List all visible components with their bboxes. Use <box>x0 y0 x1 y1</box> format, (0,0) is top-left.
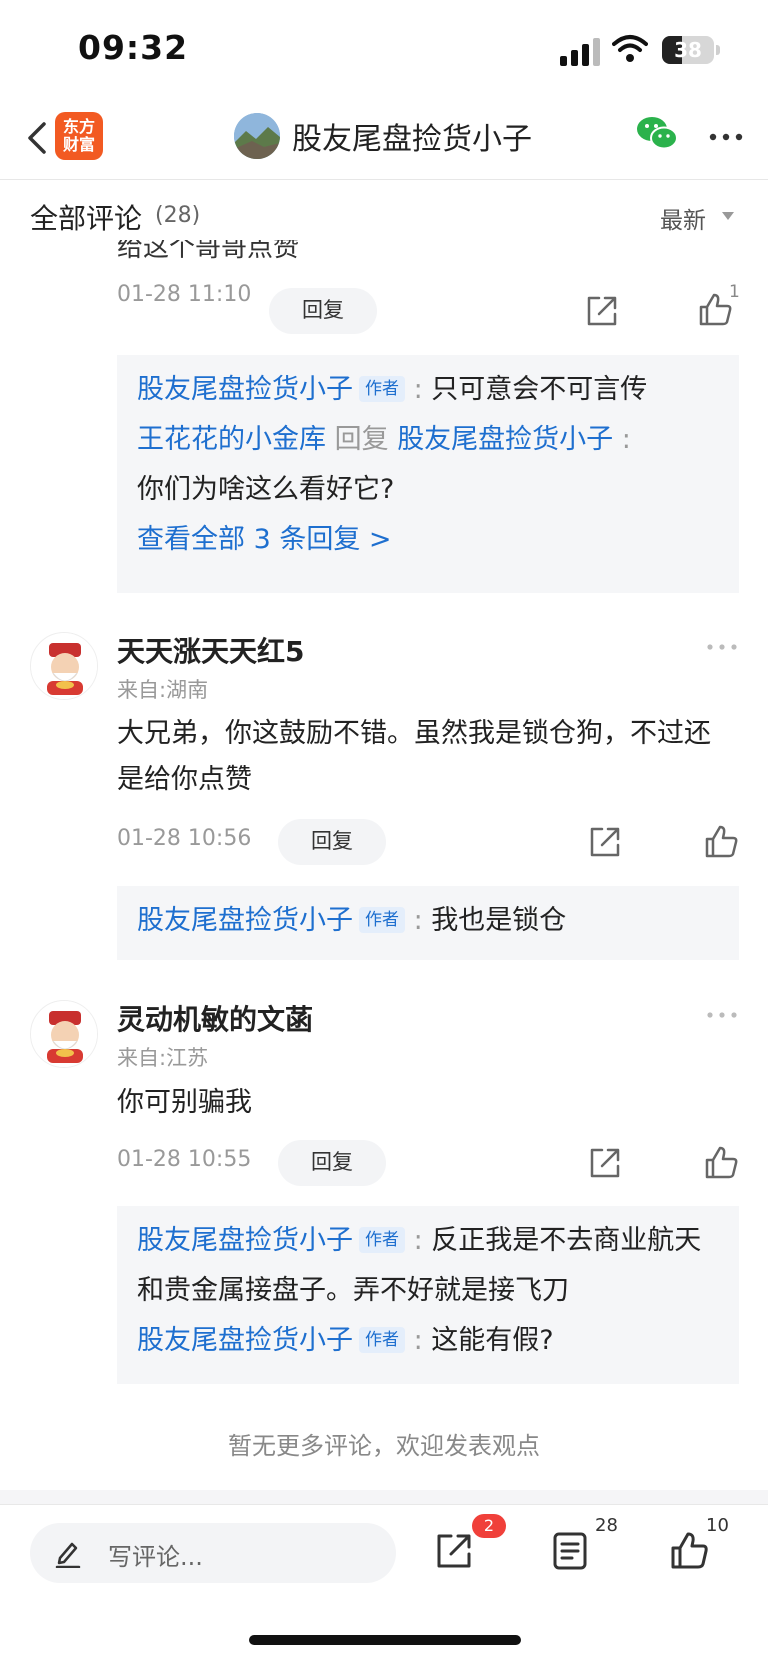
like-icon[interactable] <box>669 1531 709 1571</box>
reply-thread: 股友尾盘捡货小子 作者 : 我也是锁仓 <box>117 886 739 960</box>
share-badge: 2 <box>472 1514 506 1538</box>
comment-date: 01-28 10:55 <box>117 1147 252 1172</box>
user-location: 来自:湖南 <box>117 678 209 702</box>
like-icon[interactable] <box>703 824 739 860</box>
app-logo[interactable]: 东方 财富 <box>55 112 103 160</box>
page-title[interactable]: 股友尾盘捡货小子 <box>292 114 532 158</box>
likes-count-badge: 10 <box>706 1515 729 1536</box>
reply-author[interactable]: 股友尾盘捡货小子 <box>137 1325 353 1356</box>
share-icon[interactable] <box>585 294 619 328</box>
author-tag: 作者 <box>359 1227 405 1253</box>
comment-input-placeholder: 写评论... <box>108 1543 203 1571</box>
chevron-down-icon[interactable] <box>722 212 734 220</box>
comments-header: 全部评论 (28) 最新 <box>0 181 768 251</box>
more-options-icon[interactable] <box>708 122 744 152</box>
cellular-signal-icon <box>560 38 600 66</box>
nav-bar: 东方 财富 股友尾盘捡货小子 <box>0 100 768 180</box>
avatar[interactable] <box>30 632 98 700</box>
reply-text: 我也是锁仓 <box>431 905 567 936</box>
no-more-comments: 暂无更多评论，欢迎发表观点 <box>228 1432 540 1460</box>
reply-button[interactable]: 回复 <box>278 1140 386 1186</box>
share-icon[interactable] <box>588 825 622 859</box>
reply-thread: 股友尾盘捡货小子 作者 : 反正我是不去商业航天和贵金属接盘子。弄不好就是接飞刀 … <box>117 1206 739 1384</box>
comments-title: 全部评论 <box>30 202 143 235</box>
username[interactable]: 天天涨天天红5 <box>117 630 304 670</box>
like-count: 1 <box>729 282 740 302</box>
like-icon[interactable] <box>703 1145 739 1181</box>
battery-icon: 38 <box>662 36 714 64</box>
comment-body: 大兄弟，你这鼓励不错。虽然我是锁仓狗，不过还是给你点赞 <box>117 718 711 795</box>
reply-button[interactable]: 回复 <box>269 288 377 334</box>
home-indicator <box>249 1635 521 1645</box>
status-bar: 09:32 38 <box>0 0 768 100</box>
author-tag: 作者 <box>359 1327 405 1353</box>
reply-item[interactable]: 股友尾盘捡货小子 作者 : 我也是锁仓 <box>137 896 719 946</box>
reply-target[interactable]: 股友尾盘捡货小子 <box>397 424 613 455</box>
author-tag: 作者 <box>359 907 405 933</box>
reply-thread: 股友尾盘捡货小子 作者 : 只可意会不可言传 王花花的小金库 回复 股友尾盘捡货小… <box>117 355 739 593</box>
share-icon[interactable] <box>588 1146 622 1180</box>
reply-author[interactable]: 股友尾盘捡货小子 <box>137 905 353 936</box>
sort-dropdown[interactable]: 最新 <box>660 201 706 235</box>
comments-list-icon[interactable] <box>552 1531 588 1571</box>
view-all-replies-link[interactable]: 查看全部 3 条回复 > <box>137 515 719 565</box>
comment-date: 01-28 11:10 <box>117 282 252 307</box>
wifi-icon <box>612 35 648 62</box>
reply-text: 这能有假? <box>431 1325 554 1356</box>
comment-date: 01-28 10:56 <box>117 826 252 851</box>
comment-body: 你可别骗我 <box>117 1087 252 1118</box>
reply-text: 你们为啥这么看好它? <box>137 474 395 505</box>
share-icon[interactable] <box>434 1531 474 1571</box>
divider <box>0 1490 768 1504</box>
wechat-share-icon[interactable] <box>635 114 679 154</box>
comment-more-icon[interactable] <box>706 1008 738 1022</box>
reply-author[interactable]: 股友尾盘捡货小子 <box>137 374 353 405</box>
like-icon[interactable] <box>697 292 733 328</box>
username[interactable]: 灵动机敏的文菡 <box>117 998 313 1038</box>
reply-connector: 回复 <box>334 424 389 455</box>
author-tag: 作者 <box>359 376 405 402</box>
user-location: 来自:江苏 <box>117 1046 209 1070</box>
reply-button[interactable]: 回复 <box>278 819 386 865</box>
battery-level: 38 <box>674 38 702 62</box>
pen-icon <box>55 1542 81 1568</box>
comments-count: (28) <box>155 203 201 228</box>
reply-author[interactable]: 王花花的小金库 <box>137 424 326 455</box>
author-avatar[interactable] <box>234 113 280 159</box>
reply-item[interactable]: 王花花的小金库 回复 股友尾盘捡货小子 : 你们为啥这么看好它? <box>137 415 719 515</box>
reply-item[interactable]: 股友尾盘捡货小子 作者 : 只可意会不可言传 <box>137 365 719 415</box>
reply-author[interactable]: 股友尾盘捡货小子 <box>137 1225 353 1256</box>
status-time: 09:32 <box>78 28 189 67</box>
avatar[interactable] <box>30 1000 98 1068</box>
reply-item[interactable]: 股友尾盘捡货小子 作者 : 这能有假? <box>137 1316 719 1366</box>
clipped-comment-text: 给这个哥哥点赞 <box>117 240 300 262</box>
bottom-action-bar: 写评论... 2 28 10 <box>0 1504 768 1663</box>
back-arrow-icon[interactable] <box>18 118 58 158</box>
comment-more-icon[interactable] <box>706 640 738 654</box>
reply-text: 只可意会不可言传 <box>431 374 648 405</box>
comments-count-badge: 28 <box>595 1515 618 1536</box>
comment-input[interactable]: 写评论... <box>30 1523 396 1583</box>
reply-item[interactable]: 股友尾盘捡货小子 作者 : 反正我是不去商业航天和贵金属接盘子。弄不好就是接飞刀 <box>137 1216 719 1316</box>
